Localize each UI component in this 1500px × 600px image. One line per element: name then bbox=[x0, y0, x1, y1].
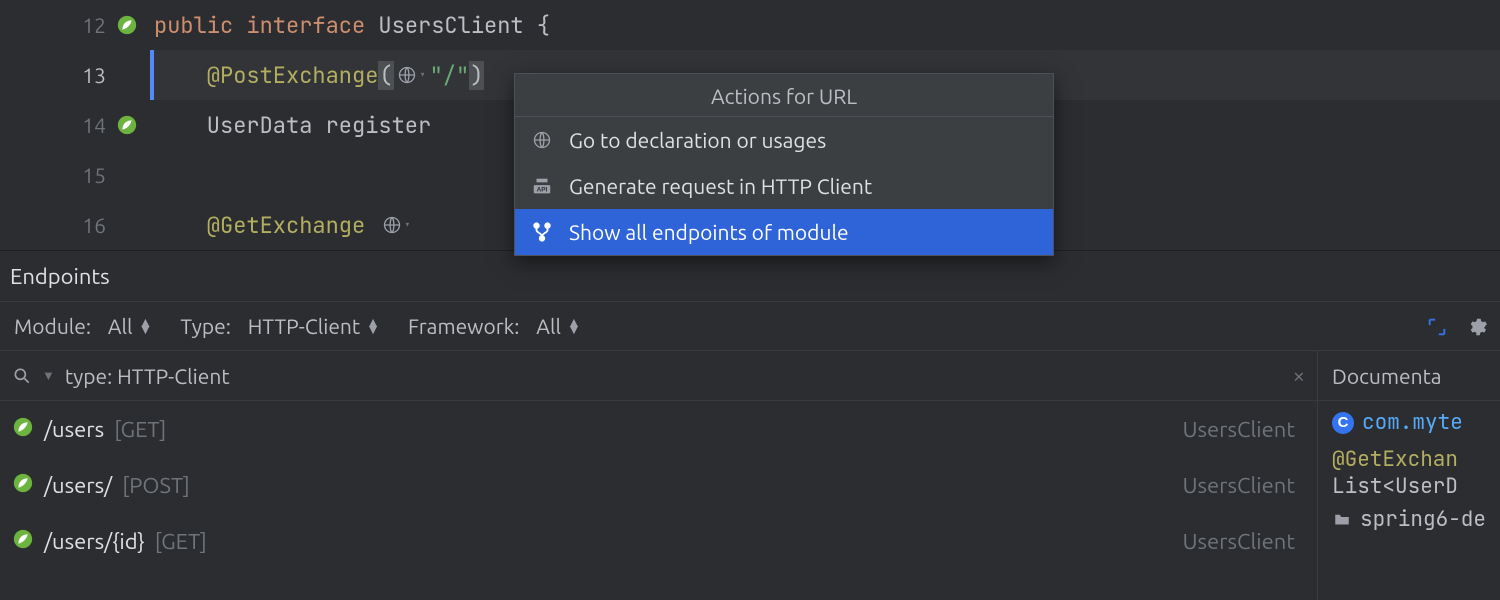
doc-qualified-name: com.myte bbox=[1362, 409, 1463, 436]
type-filter-label: Type: bbox=[180, 314, 230, 338]
gutter-icon[interactable] bbox=[116, 64, 138, 86]
endpoints-search-row[interactable]: ▼ type: HTTP-Client × bbox=[0, 351, 1317, 401]
module-filter[interactable]: Module: All ▲▼ bbox=[0, 314, 166, 338]
expand-icon[interactable] bbox=[1422, 312, 1452, 342]
gutter-icon[interactable] bbox=[116, 114, 138, 136]
folder-icon bbox=[1332, 511, 1352, 529]
line-number: 16 bbox=[82, 213, 106, 237]
svg-text:API: API bbox=[537, 187, 548, 194]
context-menu-item-label: Generate request in HTTP Client bbox=[569, 174, 872, 198]
search-icon bbox=[12, 366, 32, 386]
gutter-icon[interactable] bbox=[116, 14, 138, 36]
globe-icon[interactable]: ▾ bbox=[378, 215, 414, 235]
search-text: type: HTTP-Client bbox=[65, 364, 230, 388]
context-menu-item-label: Go to declaration or usages bbox=[569, 128, 826, 152]
doc-signature: List<UserD bbox=[1332, 473, 1486, 500]
gutter-icon[interactable] bbox=[116, 214, 138, 236]
endpoint-verb: [GET] bbox=[155, 529, 207, 554]
endpoints-filter-toolbar: Module: All ▲▼ Type: HTTP-Client ▲▼ Fram… bbox=[0, 301, 1500, 351]
module-filter-value: All bbox=[108, 314, 133, 338]
documentation-body: C com.myte @GetExchan List<UserD spring6… bbox=[1318, 401, 1500, 541]
gutter-line: 16 bbox=[0, 200, 154, 250]
context-menu-item-label: Show all endpoints of module bbox=[569, 220, 849, 244]
endpoint-row[interactable]: /users/ [POST] UsersClient bbox=[0, 457, 1317, 513]
module-filter-label: Module: bbox=[14, 314, 91, 338]
documentation-tab[interactable]: Documenta bbox=[1318, 351, 1500, 401]
chevron-up-down-icon: ▲▼ bbox=[139, 319, 153, 333]
endpoints-left-pane: ▼ type: HTTP-Client × /users [GET] UsersC… bbox=[0, 351, 1317, 600]
gutter-line: 15 bbox=[0, 150, 154, 200]
context-menu-item[interactable]: Go to declaration or usages bbox=[515, 117, 1053, 163]
line-number: 13 bbox=[82, 63, 106, 87]
context-menu-title: Actions for URL bbox=[515, 74, 1053, 117]
endpoint-path: /users/{id} bbox=[44, 529, 145, 554]
editor-gutter: 12 13 14 15 16 bbox=[0, 0, 154, 250]
context-menu-item[interactable]: Show all endpoints of module bbox=[515, 209, 1053, 255]
gear-icon[interactable] bbox=[1462, 312, 1492, 342]
close-icon[interactable]: × bbox=[1293, 363, 1305, 388]
type-filter-value: HTTP-Client bbox=[248, 314, 360, 338]
gutter-line: 14 bbox=[0, 100, 154, 150]
api-icon: API bbox=[529, 173, 555, 199]
chevron-down-icon: ▼ bbox=[42, 368, 55, 383]
endpoint-verb: [POST] bbox=[122, 473, 190, 498]
line-number: 15 bbox=[82, 163, 106, 187]
endpoint-row[interactable]: /users [GET] UsersClient bbox=[0, 401, 1317, 457]
globe-icon bbox=[529, 127, 555, 153]
endpoints-tool-window: Endpoints Module: All ▲▼ Type: HTTP-Clie… bbox=[0, 250, 1500, 600]
line-number: 12 bbox=[82, 13, 106, 37]
endpoint-verb: [GET] bbox=[114, 417, 166, 442]
branch-icon bbox=[529, 219, 555, 245]
framework-filter[interactable]: Framework: All ▲▼ bbox=[394, 314, 595, 338]
endpoint-path: /users bbox=[44, 417, 104, 442]
class-badge-icon: C bbox=[1332, 412, 1354, 434]
doc-annotation: @GetExchan bbox=[1332, 446, 1486, 473]
doc-folder-name: spring6-de bbox=[1360, 506, 1486, 533]
globe-icon[interactable]: ▾ bbox=[394, 65, 430, 85]
spring-icon bbox=[12, 528, 34, 555]
line-number: 14 bbox=[82, 113, 106, 137]
gutter-line: 12 bbox=[0, 0, 154, 50]
code-line[interactable]: public interface UsersClient { bbox=[154, 0, 1500, 50]
context-menu: Actions for URL Go to declaration or usa… bbox=[514, 73, 1054, 256]
context-menu-item[interactable]: API Generate request in HTTP Client bbox=[515, 163, 1053, 209]
chevron-up-down-icon: ▲▼ bbox=[366, 319, 380, 333]
gutter-icon[interactable] bbox=[116, 164, 138, 186]
type-filter[interactable]: Type: HTTP-Client ▲▼ bbox=[166, 314, 394, 338]
endpoints-title: Endpoints bbox=[0, 251, 1500, 301]
framework-filter-label: Framework: bbox=[408, 314, 519, 338]
endpoint-path: /users/ bbox=[44, 473, 112, 498]
documentation-pane: Documenta C com.myte @GetExchan List<Use… bbox=[1317, 351, 1500, 600]
gutter-line: 13 bbox=[0, 50, 154, 100]
spring-icon bbox=[12, 472, 34, 499]
endpoint-class: UsersClient bbox=[1182, 417, 1305, 442]
chevron-up-down-icon: ▲▼ bbox=[567, 319, 581, 333]
spring-icon bbox=[12, 416, 34, 443]
endpoint-row[interactable]: /users/{id} [GET] UsersClient bbox=[0, 513, 1317, 569]
endpoint-class: UsersClient bbox=[1182, 473, 1305, 498]
framework-filter-value: All bbox=[536, 314, 561, 338]
endpoint-class: UsersClient bbox=[1182, 529, 1305, 554]
